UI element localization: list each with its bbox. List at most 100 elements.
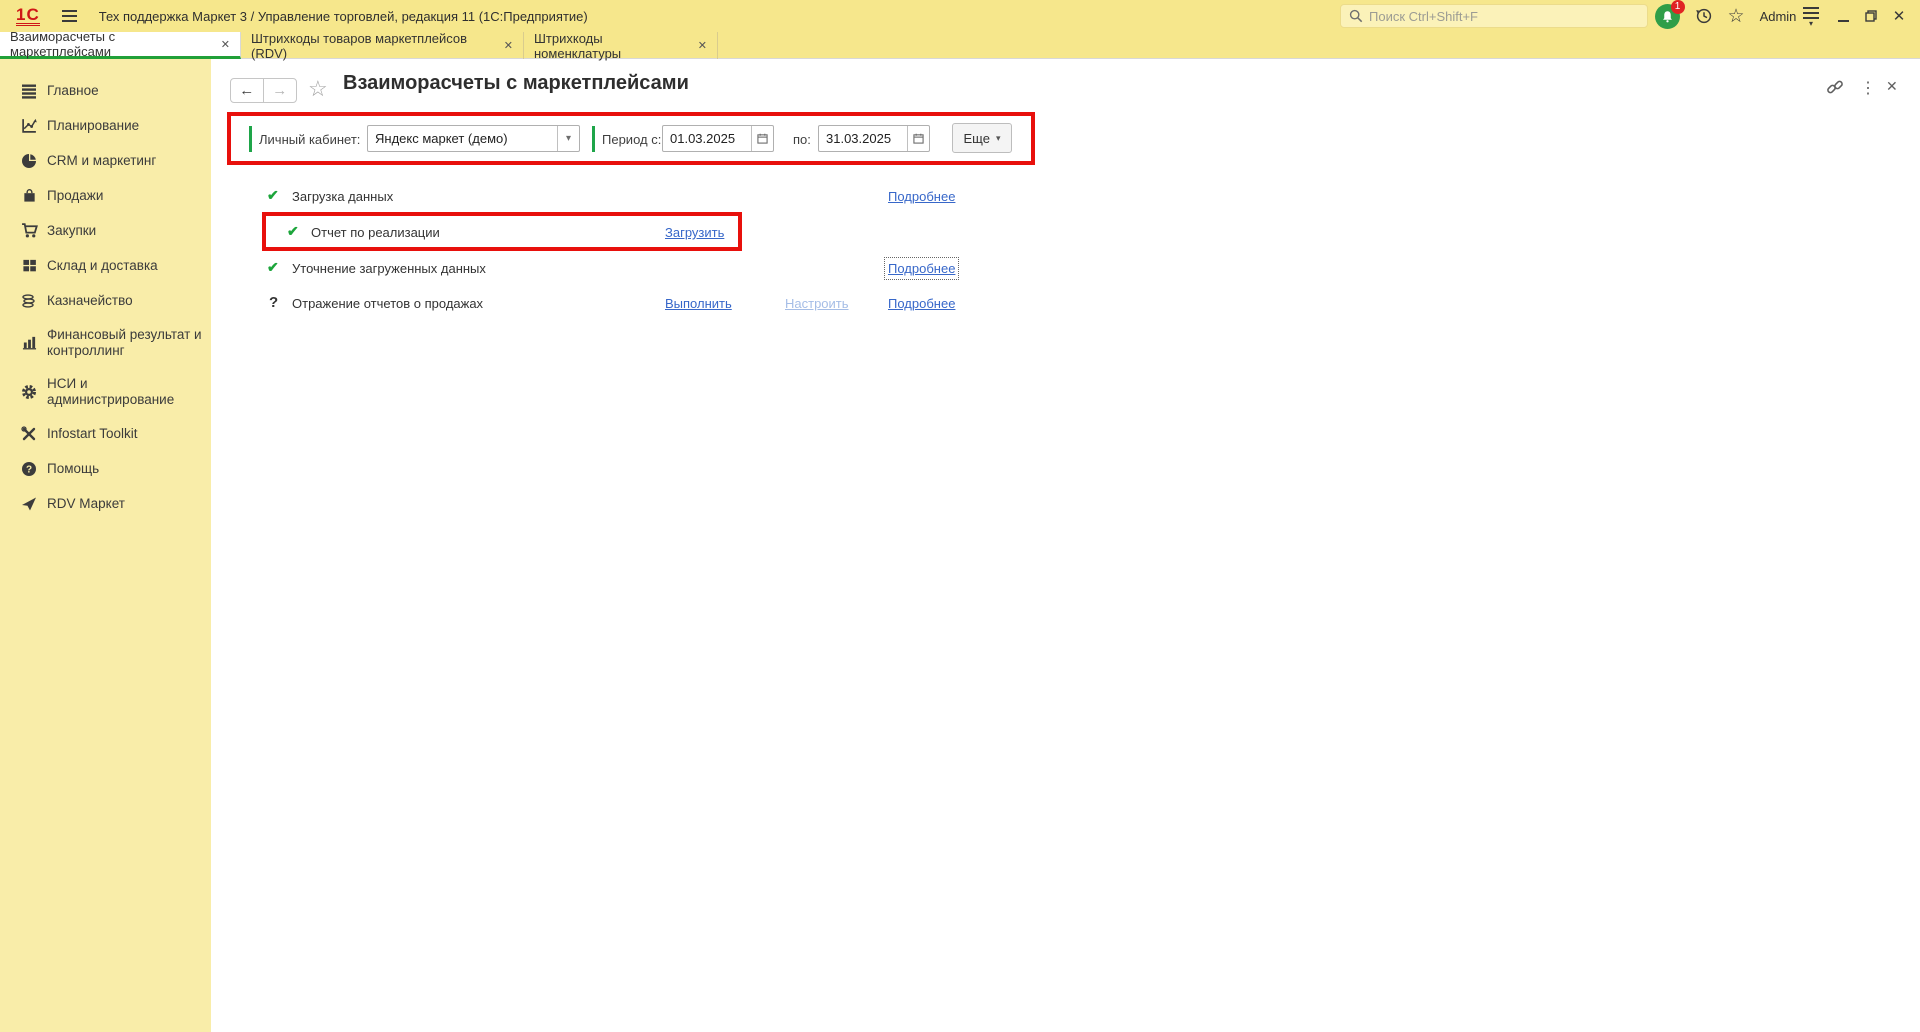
add-favorite-star-icon[interactable]: ☆ [308,76,328,102]
load-link-sales-report[interactable]: Загрузить [665,225,724,240]
details-link-reflect-reports[interactable]: Подробнее [888,296,955,311]
sidebar-item-prodazhi[interactable]: Продажи [0,178,211,213]
current-user[interactable]: Admin [1756,0,1800,32]
calendar-icon [757,133,768,144]
period-from-value: 01.03.2025 [670,131,736,146]
step-label-load-data: Загрузка данных [292,189,394,204]
sidebar: Главное Планирование CRM и маркетинг Про… [0,59,211,1032]
close-tab-icon[interactable]: ✕ [221,38,230,51]
sidebar-item-label: Помощь [47,460,100,476]
link-chain-icon [1827,80,1843,94]
tools-icon [20,425,38,443]
cabinet-value: Яндекс маркет (демо) [375,131,508,146]
notifications-button[interactable]: 1 [1652,0,1685,32]
cabinet-select[interactable]: Яндекс маркет (демо) ▾ [367,125,580,152]
get-link-button[interactable] [1826,78,1844,101]
favorites-button[interactable]: ☆ [1722,0,1750,32]
calendar-button[interactable] [907,126,929,151]
sidebar-item-label: Главное [47,82,99,98]
period-to-value: 31.03.2025 [826,131,892,146]
tab-label: Взаиморасчеты с маркетплейсами [10,29,116,59]
back-button[interactable]: ← [231,79,264,102]
sidebar-item-rdv-market[interactable]: RDV Маркет [0,486,211,521]
chevron-down-icon: ▾ [995,132,1001,143]
minimize-button[interactable] [1830,0,1856,32]
help-icon: ? [20,460,38,478]
tab-vzaimoraschety[interactable]: Взаиморасчеты с маркетплейсами ✕ [0,29,241,59]
sidebar-item-nsi[interactable]: НСИ и администрирование [0,367,211,416]
period-to-input[interactable]: 31.03.2025 [818,125,930,152]
sidebar-item-kaznacheystvo[interactable]: Казначейство [0,283,211,318]
question-status-icon: ? [269,294,279,311]
sidebar-item-infostart[interactable]: Infostart Toolkit [0,416,211,451]
success-check-icon: ✔ [267,187,279,203]
main-menu-icon[interactable] [61,10,77,22]
period-from-label: Период с: [602,132,662,147]
step-label-sales-report: Отчет по реализации [311,225,440,240]
home-menu-icon [20,82,38,100]
search-icon [1349,9,1363,23]
history-button[interactable] [1690,0,1718,32]
tab-shtrihkody-nomenklatury[interactable]: Штрихкоды номенклатуры ✕ [524,31,718,61]
sidebar-item-glavnoe[interactable]: Главное [0,73,211,108]
sidebar-item-label: НСИ и администрирование [47,375,175,407]
sidebar-item-zakupki[interactable]: Закупки [0,213,211,248]
forward-button[interactable]: → [264,79,297,102]
history-icon [1696,8,1712,24]
sidebar-item-label: Планирование [47,117,140,133]
details-link-refine-data[interactable]: Подробнее [883,257,960,280]
group-separator [249,126,252,152]
kebab-icon: ⋮ [1860,80,1876,97]
success-check-icon: ✔ [267,259,279,275]
planning-chart-icon [20,117,38,135]
restore-icon [1865,10,1877,22]
restore-button[interactable] [1858,0,1884,32]
close-tab-icon[interactable]: ✕ [698,39,707,52]
sidebar-item-planirovanie[interactable]: Планирование [0,108,211,143]
bar-chart-icon [20,334,38,352]
calendar-button[interactable] [751,126,773,151]
period-from-input[interactable]: 01.03.2025 [662,125,774,152]
sidebar-item-label: Закупки [47,222,97,238]
1c-logo[interactable]: 1С [16,6,40,26]
minimize-icon [1837,20,1849,22]
rocket-icon [20,495,38,513]
more-actions-button[interactable]: ⋮ [1860,78,1876,98]
tab-bar: Взаиморасчеты с маркетплейсами ✕ Штрихко… [0,29,1920,61]
sidebar-item-label: CRM и маркетинг [47,152,157,168]
more-button[interactable]: Еще ▾ [952,123,1012,153]
group-separator [592,126,595,152]
sidebar-item-pomosch[interactable]: ? Помощь [0,451,211,486]
tab-shtrihkody-tovarov[interactable]: Штрихкоды товаров маркетплейсов (RDV) ✕ [241,31,524,61]
details-link-load-data[interactable]: Подробнее [888,189,955,204]
dropdown-button[interactable]: ▾ [557,126,579,151]
window-title: Тех поддержка Маркет 3 / Управление торг… [98,8,588,24]
close-tab-icon[interactable]: ✕ [504,39,513,52]
run-link-reflect-reports[interactable]: Выполнить [665,296,732,311]
sidebar-item-crm[interactable]: CRM и маркетинг [0,143,211,178]
sidebar-item-label: Финансовый результат и контроллинг [47,326,202,358]
sidebar-item-sklad[interactable]: Склад и доставка [0,248,211,283]
close-icon: ✕ [1886,78,1898,94]
cabinet-label: Личный кабинет: [259,132,361,147]
coins-icon [20,292,38,310]
sidebar-item-label: RDV Маркет [47,495,125,511]
close-form-button[interactable]: ✕ [1886,78,1898,95]
sidebar-item-label: Продажи [47,187,104,203]
search-input[interactable]: Поиск Ctrl+Shift+F [1340,4,1648,28]
chevron-down-icon: ▾ [565,133,572,144]
sidebar-item-label: Казначейство [47,292,133,308]
sidebar-item-label: Infostart Toolkit [47,425,138,441]
notification-badge: 1 [1670,0,1685,14]
service-menu-button[interactable]: ▾ [1796,0,1826,32]
period-to-label: по: [793,132,811,147]
configure-link-reflect-reports[interactable]: Настроить [785,296,849,311]
close-icon: ✕ [1892,8,1906,25]
svg-text:?: ? [26,464,32,475]
top-bar: 1С Тех поддержка Маркет 3 / Управление т… [0,0,1920,32]
sidebar-item-finrezultat[interactable]: Финансовый результат и контроллинг [0,318,211,367]
calendar-icon [913,133,924,144]
more-button-label: Еще [963,130,990,146]
success-check-icon: ✔ [287,223,299,239]
close-window-button[interactable]: ✕ [1886,0,1912,32]
